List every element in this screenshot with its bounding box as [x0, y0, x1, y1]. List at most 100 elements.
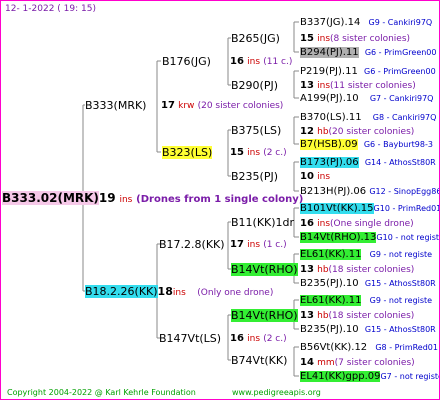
gen4-tag-19: G9 - not registe: [369, 296, 433, 305]
gen4-ins-17: hb: [317, 265, 329, 275]
gen4-note-14: (One single drone): [330, 219, 414, 229]
gen4-tag-15: G10 - not registe: [376, 233, 440, 242]
gen4-ins-20: hb: [317, 311, 329, 321]
gen4-tag-12: G12 - SinopEgg86R: [369, 187, 440, 196]
gen2-note-1: (11 c.): [263, 57, 293, 67]
gen4-line-7: B370(LS).11: [300, 112, 362, 123]
gen1-bottom-node[interactable]: B18.2.26(KK)18ins (Only one drone): [85, 285, 273, 300]
gen2-node-3[interactable]: B17.2.8(KK): [159, 238, 225, 251]
gen2-name-4: B147Vt(LS): [159, 332, 222, 345]
gen4-row-11: 10 ins: [300, 170, 330, 184]
gen4-note-8: (20 sister colonies): [328, 127, 415, 137]
gen1-bottom-note: (Only one drone): [197, 288, 274, 298]
gen4-line-19: EL61(KK).11: [300, 295, 362, 306]
gen4-row-21[interactable]: B235(PJ).10 G15 - AthosSt80R: [300, 323, 436, 336]
gen3-name-6: B14Vt(RHO): [231, 263, 298, 276]
gen4-line-18: B235(PJ).10: [300, 278, 359, 289]
gen4-row-22[interactable]: B56Vt(KK).12 G8 - PrimRed01: [300, 341, 438, 354]
gen4-tag-3: G6 - PrimGreen00: [364, 48, 437, 57]
gen4-row-4[interactable]: P219(PJ).11 G6 - PrimGreen00: [300, 65, 436, 78]
gen4-tag-18: G15 - AthosSt80R: [364, 279, 436, 288]
gen4-ins-23: mm: [317, 358, 335, 368]
gen4-ins-11: ins: [317, 172, 331, 182]
gen2-node-1[interactable]: B176(JG): [162, 55, 211, 68]
gen4-tag-4: G6 - PrimGreen00: [364, 67, 436, 76]
gen4-tag-1: G9 - Cankiri97Q: [368, 18, 433, 27]
gen4-tag-9: G6 - Bayburt98-3: [363, 140, 433, 149]
gen4-note-5: (11 sister colonies): [330, 81, 416, 91]
gen4-line-10: B173(PJ).06: [300, 157, 359, 168]
gen4-line-1: B337(JG).14: [300, 17, 361, 28]
pedigree-frame: 12- 1-2022 ( 19: 15) B333.02(MRK)19 ins …: [0, 0, 440, 400]
gen4-line-20: 13: [300, 310, 314, 321]
gen3-node-3[interactable]: B375(LS): [231, 124, 281, 137]
gen4-line-23: 14: [300, 357, 314, 368]
root-name: B333.02(MRK): [2, 191, 99, 205]
gen4-row-1[interactable]: B337(JG).14 G9 - Cankiri97Q: [300, 16, 432, 29]
gen3-node-5[interactable]: B11(KK)1dr: [231, 216, 294, 229]
gen4-line-3: B294(PJ).11: [300, 47, 359, 58]
gen4-ins-14: ins: [317, 219, 331, 229]
gen2-ins-4: ins: [247, 334, 261, 344]
gen2-node-2[interactable]: B323(LS): [162, 146, 213, 159]
gen4-line-8: 12: [300, 126, 314, 137]
gen2-note-3: (1 c.): [263, 240, 287, 250]
gen2-ins-1: ins: [247, 57, 261, 67]
gen4-row-19[interactable]: EL61(KK).11 G9 - not registe: [300, 294, 432, 307]
footer-site-link[interactable]: www.pedigreeapis.org: [232, 386, 321, 399]
gen1-top-note: (20 sister colonies): [197, 101, 284, 111]
gen4-ins-8: hb: [317, 127, 329, 137]
gen2-name-1: B176(JG): [162, 55, 211, 68]
gen4-row-24[interactable]: EL41(KK)gpp.09G7 - not registe: [300, 370, 440, 383]
gen3-node-6[interactable]: B14Vt(RHO): [231, 263, 298, 276]
gen4-line-22: B56Vt(KK).12: [300, 342, 368, 353]
gen4-line-2: 15: [300, 33, 314, 44]
gen3-node-8[interactable]: B74Vt(KK): [231, 354, 287, 367]
gen1-top-name[interactable]: B333(MRK): [85, 99, 146, 112]
footer-copyright: Copyright 2004-2022 @ Karl Kehrle Founda…: [7, 388, 196, 397]
gen2-node-4[interactable]: B147Vt(LS): [159, 332, 221, 345]
gen4-line-17: 13: [300, 264, 314, 275]
gen3-node-4[interactable]: B235(PJ): [231, 170, 278, 183]
gen4-row-12[interactable]: B213H(PJ).06 G12 - SinopEgg86R: [300, 185, 440, 198]
gen4-line-21: B235(PJ).10: [300, 324, 359, 335]
gen4-tag-16: G9 - not registe: [369, 250, 433, 259]
gen2-ins-2: ins: [247, 148, 261, 158]
gen4-tag-21: G15 - AthosSt80R: [364, 325, 436, 334]
gen2-number-3: 17: [230, 239, 244, 250]
gen4-row-15[interactable]: B14Vt(RHO).13G10 - not registe: [300, 231, 440, 244]
gen2-info-4: 16 ins (2 c.): [230, 332, 287, 346]
gen4-row-5: 13 ins(11 sister colonies): [300, 79, 416, 93]
gen4-line-24: EL41(KK)gpp.09: [300, 371, 381, 382]
gen4-row-6[interactable]: A199(PJ).10 G7 - Cankiri97Q: [300, 92, 433, 105]
gen3-node-7[interactable]: B14Vt(RHO): [231, 309, 298, 322]
gen4-row-13[interactable]: B101Vt(KK).15G10 - PrimRed01: [300, 202, 439, 215]
gen3-node-1[interactable]: B265(JG): [231, 32, 280, 45]
gen4-row-3[interactable]: B294(PJ).11 G6 - PrimGreen00: [300, 46, 436, 59]
gen4-tag-7: G8 - Cankiri97Q: [372, 113, 437, 122]
gen1-bottom-ins: ins: [172, 288, 186, 298]
gen1-top-ins: krw: [178, 101, 195, 111]
gen2-number-4: 16: [230, 333, 244, 344]
gen4-row-7[interactable]: B370(LS).11 G8 - Cankiri97Q: [300, 111, 436, 124]
gen4-row-17: 13 hb(18 sister colonies): [300, 263, 414, 277]
gen4-row-2: 15 ins(8 sister colonies): [300, 32, 410, 46]
gen4-row-16[interactable]: EL61(KK).11 G9 - not registe: [300, 248, 432, 261]
gen4-row-9[interactable]: B7(HSB).09 G6 - Bayburt98-3: [300, 138, 433, 151]
gen2-number-1: 16: [230, 56, 244, 67]
gen4-line-15: B14Vt(RHO).13: [300, 232, 377, 243]
gen4-line-9: B7(HSB).09: [300, 139, 358, 150]
gen4-note-20: (18 sister colonies): [328, 311, 415, 321]
root-node[interactable]: B333.02(MRK)19 ins (Drones from 1 single…: [2, 191, 303, 207]
gen4-tag-22: G8 - PrimRed01: [375, 343, 438, 352]
gen3-node-2[interactable]: B290(PJ): [231, 79, 278, 92]
gen2-note-4: (2 c.): [263, 334, 287, 344]
gen2-info-1: 16 ins (11 c.): [230, 55, 292, 69]
gen4-tag-24: G7 - not registe: [380, 372, 440, 381]
gen4-row-18[interactable]: B235(PJ).10 G15 - AthosSt80R: [300, 277, 436, 290]
date-header: 12- 1-2022 ( 19: 15): [5, 4, 96, 14]
gen4-line-6: A199(PJ).10: [300, 93, 359, 104]
gen4-row-10[interactable]: B173(PJ).06 G14 - AthosSt80R: [300, 156, 436, 169]
gen2-ins-3: ins: [247, 240, 261, 250]
gen4-note-17: (18 sister colonies): [328, 265, 415, 275]
